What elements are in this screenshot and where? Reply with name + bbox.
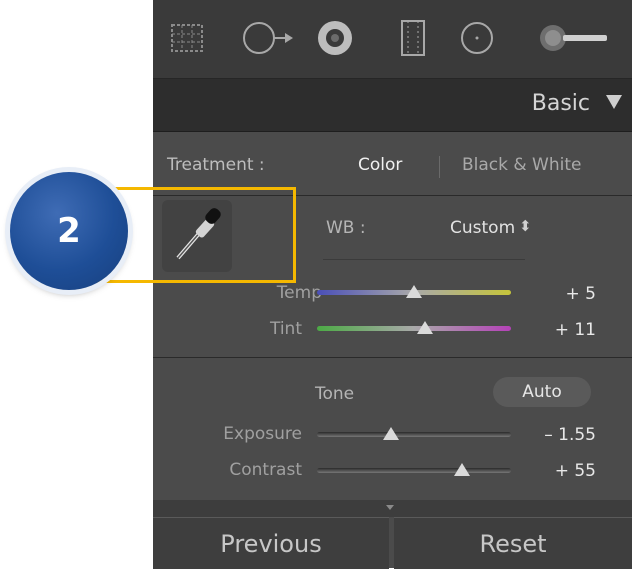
graduated-filter-icon[interactable] bbox=[391, 16, 435, 60]
reset-button[interactable]: Reset bbox=[394, 517, 632, 569]
temp-slider[interactable] bbox=[317, 278, 511, 302]
crop-overlay-icon[interactable] bbox=[165, 16, 209, 60]
temp-thumb[interactable] bbox=[406, 285, 422, 298]
wb-dropdown-arrows-icon[interactable]: ⬍ bbox=[519, 217, 532, 235]
basic-panel-header[interactable]: Basic bbox=[153, 79, 632, 132]
contrast-slider[interactable] bbox=[317, 456, 511, 480]
wb-value[interactable]: Custom bbox=[450, 218, 515, 238]
panel-title: Basic bbox=[531, 91, 590, 116]
spot-removal-icon[interactable] bbox=[239, 16, 299, 60]
exposure-label: Exposure bbox=[223, 424, 302, 444]
wb-underline bbox=[323, 259, 525, 260]
divider bbox=[153, 357, 632, 358]
radial-filter-icon[interactable] bbox=[455, 16, 499, 60]
temp-label: Temp bbox=[276, 283, 322, 303]
collapse-triangle-icon[interactable] bbox=[606, 95, 622, 109]
tint-label: Tint bbox=[269, 319, 302, 339]
auto-tone-button[interactable]: Auto bbox=[493, 377, 591, 407]
wb-label: WB : bbox=[326, 218, 366, 238]
callout-step-badge: 2 bbox=[10, 172, 128, 290]
tone-label: Tone bbox=[315, 384, 355, 404]
panel-end-marker-icon bbox=[386, 505, 394, 510]
tint-value[interactable]: + 11 bbox=[555, 320, 596, 340]
treatment-divider bbox=[439, 156, 440, 178]
red-eye-icon[interactable] bbox=[313, 16, 357, 60]
previous-button[interactable]: Previous bbox=[153, 517, 389, 569]
treatment-label: Treatment : bbox=[167, 155, 265, 175]
exposure-thumb[interactable] bbox=[383, 427, 399, 440]
contrast-track bbox=[317, 468, 511, 473]
contrast-value[interactable]: + 55 bbox=[555, 461, 596, 481]
adjustment-brush-icon[interactable] bbox=[527, 16, 617, 60]
tool-strip bbox=[153, 0, 632, 79]
tint-slider[interactable] bbox=[317, 314, 511, 338]
contrast-thumb[interactable] bbox=[454, 463, 470, 476]
exposure-value[interactable]: – 1.55 bbox=[544, 425, 596, 445]
temp-value[interactable]: + 5 bbox=[566, 284, 596, 304]
treatment-color-option[interactable]: Color bbox=[358, 155, 402, 175]
exposure-track bbox=[317, 432, 511, 437]
tint-thumb[interactable] bbox=[417, 321, 433, 334]
exposure-slider[interactable] bbox=[317, 420, 511, 444]
treatment-bw-option[interactable]: Black & White bbox=[462, 155, 582, 175]
basic-panel: Basic Treatment : Color Black & White WB… bbox=[153, 0, 632, 569]
contrast-label: Contrast bbox=[229, 460, 302, 480]
tint-track bbox=[317, 326, 511, 331]
